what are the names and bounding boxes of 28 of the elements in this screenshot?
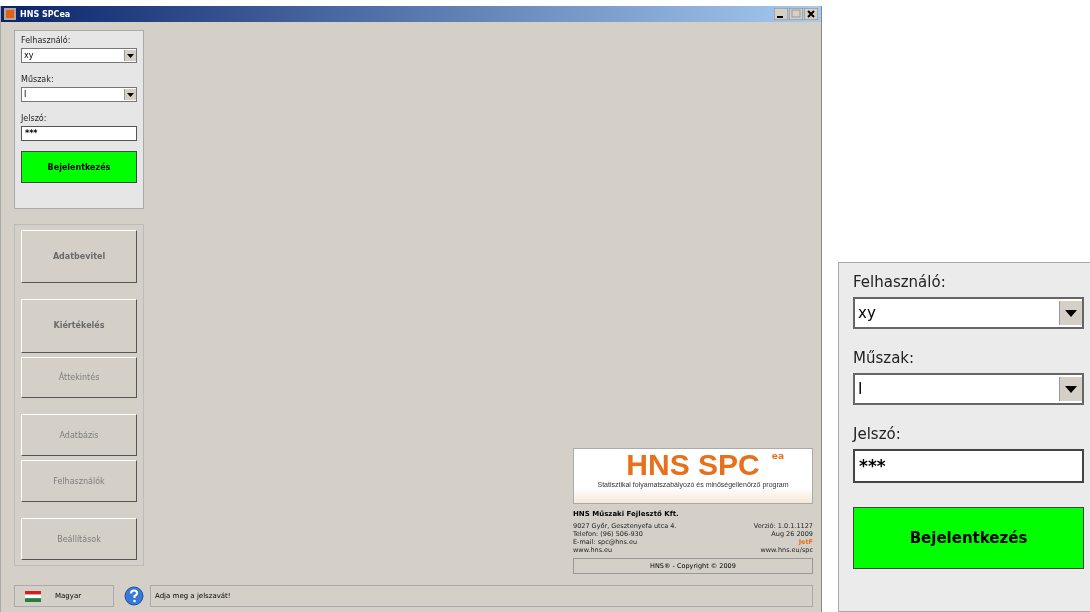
user-dropdown[interactable]: xy — [21, 48, 137, 63]
caret-icon — [1065, 385, 1077, 393]
password-field[interactable]: *** — [853, 449, 1084, 483]
shift-dropdown[interactable]: I — [853, 373, 1084, 405]
window-title: HNS SPCea — [20, 9, 71, 19]
field-label: Műszak: — [853, 349, 916, 367]
field-label: Jelszó: — [21, 114, 48, 123]
password-field[interactable]: *** — [21, 126, 137, 141]
field-label: Felhasználó: — [853, 273, 947, 291]
logo-text: HNS SPC — [626, 449, 760, 481]
minimize-icon[interactable] — [774, 8, 788, 20]
field-label: Jelszó: — [853, 425, 902, 443]
caret-icon — [127, 92, 134, 97]
user-dropdown[interactable]: xy — [853, 297, 1084, 329]
nav-button[interactable]: Kiértékelés — [21, 299, 137, 353]
nav-button[interactable]: Adatbevitel — [21, 230, 137, 284]
caret-icon — [127, 53, 134, 58]
help-icon[interactable] — [124, 586, 144, 606]
close-icon[interactable] — [804, 8, 818, 20]
caret-icon — [1065, 309, 1077, 317]
login-button[interactable]: Bejelentkezés — [21, 151, 137, 183]
flag-icon — [25, 590, 41, 602]
field-label: Felhasználó: — [21, 36, 72, 45]
app-icon — [4, 8, 16, 20]
login-button[interactable]: Bejelentkezés — [853, 507, 1084, 569]
field-label: Műszak: — [21, 75, 55, 84]
logo-superscript: ea — [771, 451, 784, 461]
shift-dropdown[interactable]: I — [21, 87, 137, 102]
